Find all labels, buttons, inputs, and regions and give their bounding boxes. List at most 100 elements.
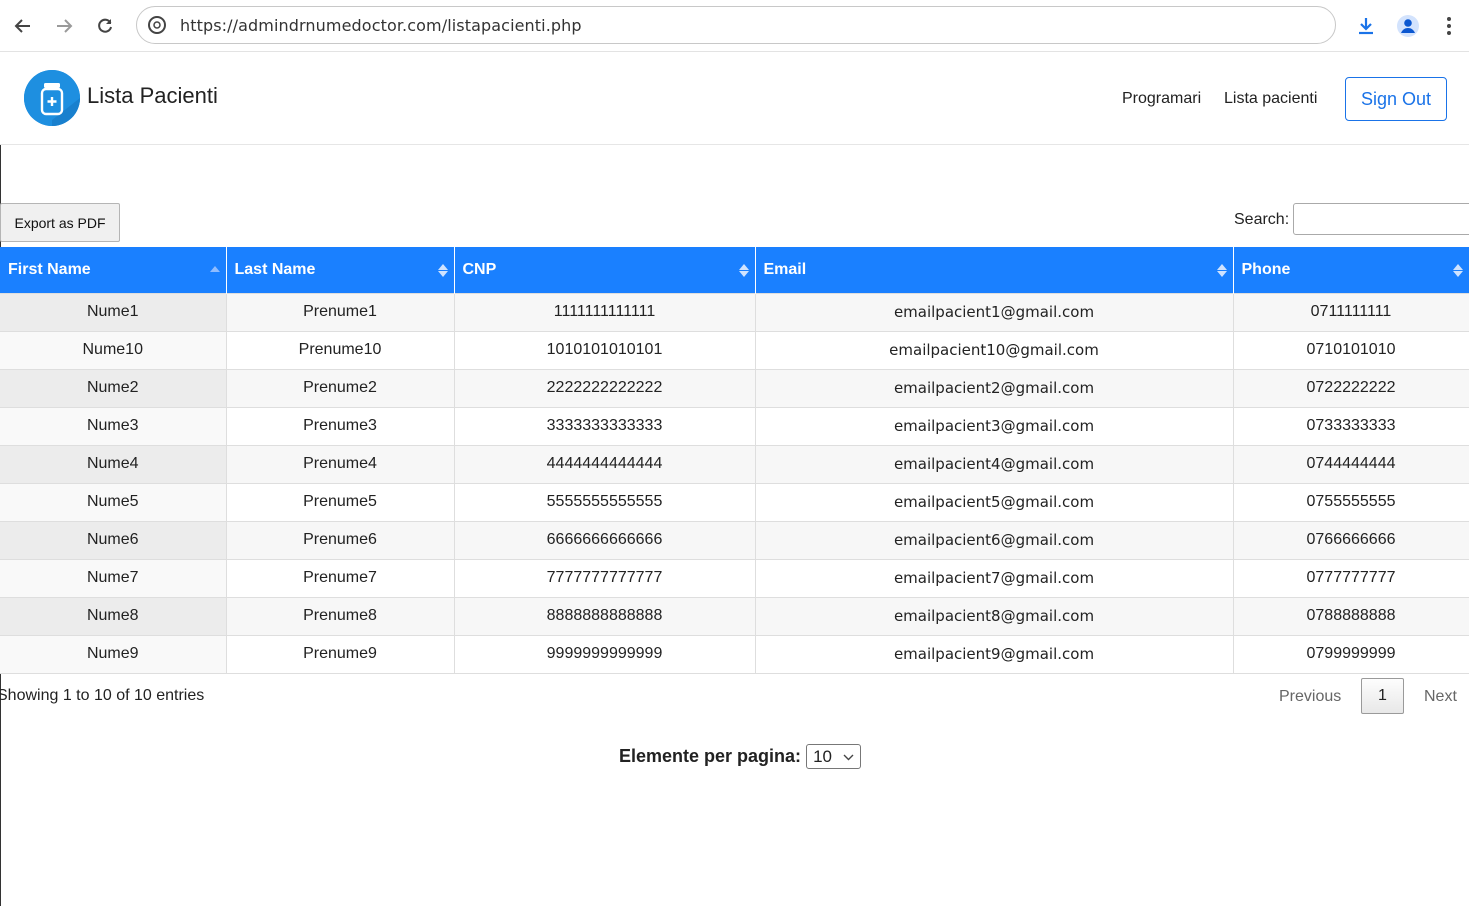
cell-cnp: 7777777777777 <box>454 558 756 597</box>
patients-table: First Name Last Name CNP Email Phone Num… <box>0 247 1469 674</box>
cell-last-name: Prenume3 <box>226 406 455 445</box>
cell-phone: 0711111111 <box>1233 292 1469 331</box>
pagination-page-button[interactable]: 1 <box>1361 678 1404 714</box>
column-header-label: CNP <box>462 260 497 278</box>
column-header-label: First Name <box>8 260 91 278</box>
cell-cnp: 2222222222222 <box>454 368 756 407</box>
sign-out-button[interactable]: Sign Out <box>1345 77 1447 121</box>
cell-last-name: Prenume8 <box>226 596 455 635</box>
url-text: https://admindrnumedoctor.com/listapacie… <box>180 15 582 35</box>
cell-last-name: Prenume4 <box>226 444 455 483</box>
column-header-label: Email <box>763 260 807 278</box>
export-pdf-button[interactable]: Export as PDF <box>0 203 120 242</box>
table-info-text: Showing 1 to 10 of 10 entries <box>0 687 205 704</box>
address-bar[interactable]: https://admindrnumedoctor.com/listapacie… <box>136 6 1336 44</box>
cell-phone: 0788888888 <box>1233 596 1469 635</box>
cell-email: emailpacient7@gmail.com <box>755 558 1234 597</box>
cell-email: emailpacient3@gmail.com <box>755 406 1234 445</box>
table-row[interactable]: Nume3 Prenume3 3333333333333 emailpacien… <box>0 406 1469 445</box>
table-row[interactable]: Nume7 Prenume7 7777777777777 emailpacien… <box>0 558 1469 597</box>
sort-asc-icon <box>209 260 220 278</box>
column-header-first-name[interactable]: First Name <box>0 247 227 293</box>
table-row[interactable]: Nume4 Prenume4 4444444444444 emailpacien… <box>0 444 1469 483</box>
cell-email: emailpacient10@gmail.com <box>755 330 1234 369</box>
column-header-label: Last Name <box>234 260 316 278</box>
column-header-email[interactable]: Email <box>755 247 1234 293</box>
per-page-control: Elemente per pagina: 10 <box>619 744 862 769</box>
cell-phone: 0722222222 <box>1233 368 1469 407</box>
download-icon[interactable] <box>1353 13 1379 39</box>
cell-first-name: Nume3 <box>0 406 227 445</box>
cell-first-name: Nume1 <box>0 292 227 331</box>
cell-first-name: Nume4 <box>0 444 227 483</box>
profile-avatar-icon[interactable] <box>1395 13 1421 39</box>
site-info-icon[interactable] <box>148 16 166 34</box>
cell-first-name: Nume9 <box>0 634 227 674</box>
table-row[interactable]: Nume6 Prenume6 6666666666666 emailpacien… <box>0 520 1469 559</box>
cell-cnp: 8888888888888 <box>454 596 756 635</box>
table-row[interactable]: Nume8 Prenume8 8888888888888 emailpacien… <box>0 596 1469 635</box>
cell-first-name: Nume2 <box>0 368 227 407</box>
cell-cnp: 1010101010101 <box>454 330 756 369</box>
cell-cnp: 6666666666666 <box>454 520 756 559</box>
cell-last-name: Prenume7 <box>226 558 455 597</box>
cell-first-name: Nume10 <box>0 330 227 369</box>
app-header: Lista Pacienti Programari Lista pacienti… <box>0 53 1469 145</box>
cell-cnp: 5555555555555 <box>454 482 756 521</box>
sort-both-icon <box>1452 261 1463 279</box>
app-title: Lista Pacienti <box>87 83 218 108</box>
table-row[interactable]: Nume10 Prenume10 1010101010101 emailpaci… <box>0 330 1469 369</box>
table-row[interactable]: Nume5 Prenume5 5555555555555 emailpacien… <box>0 482 1469 521</box>
column-header-cnp[interactable]: CNP <box>454 247 756 293</box>
cell-first-name: Nume5 <box>0 482 227 521</box>
cell-cnp: 3333333333333 <box>454 406 756 445</box>
cell-last-name: Prenume9 <box>226 634 455 674</box>
column-header-last-name[interactable]: Last Name <box>226 247 455 293</box>
search-input[interactable] <box>1293 203 1469 235</box>
table-row[interactable]: Nume9 Prenume9 9999999999999 emailpacien… <box>0 634 1469 674</box>
cell-phone: 0755555555 <box>1233 482 1469 521</box>
back-icon[interactable] <box>10 13 36 39</box>
cell-email: emailpacient1@gmail.com <box>755 292 1234 331</box>
per-page-select[interactable]: 10 <box>806 744 862 769</box>
cell-first-name: Nume8 <box>0 596 227 635</box>
cell-phone: 0710101010 <box>1233 330 1469 369</box>
pagination-next-button[interactable]: Next <box>1424 688 1457 706</box>
cell-phone: 0733333333 <box>1233 406 1469 445</box>
cell-last-name: Prenume2 <box>226 368 455 407</box>
cell-email: emailpacient4@gmail.com <box>755 444 1234 483</box>
column-header-phone[interactable]: Phone <box>1233 247 1469 293</box>
sort-both-icon <box>437 261 448 279</box>
cell-email: emailpacient6@gmail.com <box>755 520 1234 559</box>
table-row[interactable]: Nume2 Prenume2 2222222222222 emailpacien… <box>0 368 1469 407</box>
cell-first-name: Nume6 <box>0 520 227 559</box>
sort-both-icon <box>1216 261 1227 279</box>
app-logo-icon <box>24 70 80 126</box>
cell-last-name: Prenume10 <box>226 330 455 369</box>
cell-cnp: 1111111111111 <box>454 292 756 331</box>
reload-icon[interactable] <box>92 13 118 39</box>
table-header-row: First Name Last Name CNP Email Phone <box>0 247 1469 293</box>
cell-last-name: Prenume6 <box>226 520 455 559</box>
browser-toolbar: https://admindrnumedoctor.com/listapacie… <box>0 0 1469 52</box>
forward-icon[interactable] <box>51 13 77 39</box>
cell-email: emailpacient5@gmail.com <box>755 482 1234 521</box>
per-page-value: 10 <box>813 746 832 766</box>
cell-phone: 0777777777 <box>1233 558 1469 597</box>
nav-link-lista-pacienti[interactable]: Lista pacienti <box>1224 90 1317 108</box>
table-row[interactable]: Nume1 Prenume1 1111111111111 emailpacien… <box>0 292 1469 331</box>
pagination-previous-button[interactable]: Previous <box>1279 688 1341 706</box>
cell-phone: 0766666666 <box>1233 520 1469 559</box>
cell-email: emailpacient2@gmail.com <box>755 368 1234 407</box>
per-page-label: Elemente per pagina: <box>619 746 802 766</box>
cell-email: emailpacient9@gmail.com <box>755 634 1234 674</box>
cell-phone: 0744444444 <box>1233 444 1469 483</box>
chevron-down-icon <box>843 750 854 764</box>
cell-first-name: Nume7 <box>0 558 227 597</box>
search-label: Search: <box>1234 211 1290 228</box>
cell-phone: 0799999999 <box>1233 634 1469 674</box>
menu-kebab-icon[interactable] <box>1436 13 1462 39</box>
cell-cnp: 9999999999999 <box>454 634 756 674</box>
column-header-label: Phone <box>1241 260 1291 278</box>
nav-link-programari[interactable]: Programari <box>1122 90 1201 108</box>
